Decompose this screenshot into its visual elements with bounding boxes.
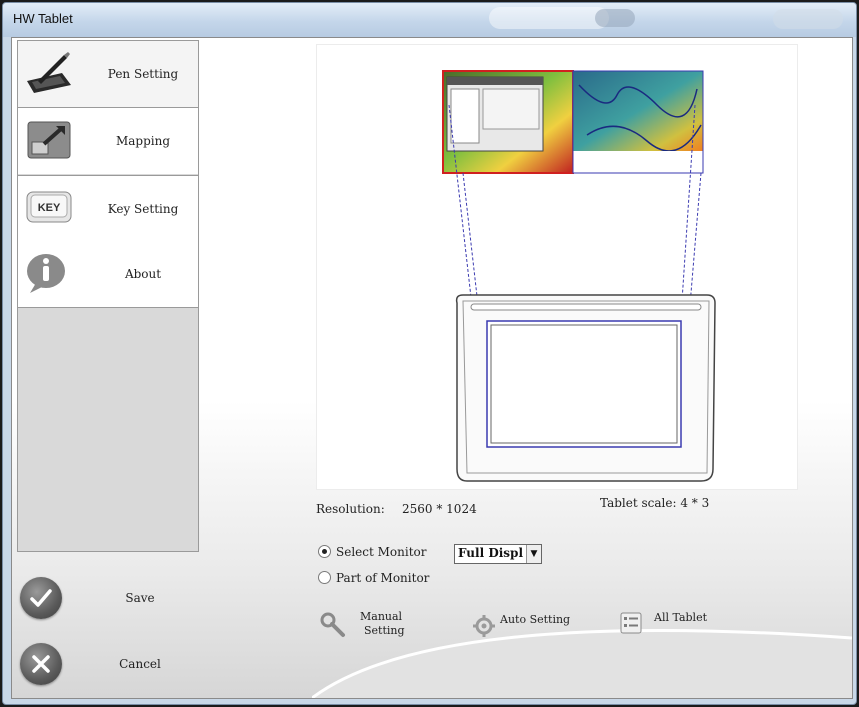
title-bar-highlight [489, 7, 609, 29]
sidebar: Pen Setting Mapping KEY Key Setting Abou… [17, 40, 199, 552]
title-bar[interactable]: HW Tablet [3, 3, 856, 37]
info-icon [27, 254, 65, 293]
pen-tablet-icon [27, 52, 71, 93]
cancel-label: Cancel [119, 657, 161, 671]
sidebar-item-label: Mapping [115, 134, 171, 148]
save-button[interactable]: Save [20, 575, 190, 623]
app-window: HW Tablet Pen Setting Mapping KEY Key Se… [2, 2, 857, 705]
key-icon: KEY [26, 191, 72, 223]
auto-setting-button[interactable]: Auto Setting [472, 608, 592, 644]
resolution-value: 2560 * 1024 [402, 502, 477, 516]
tablet-scale: Tablet scale: 4 * 3 [600, 496, 710, 510]
monitor-1-thumbnail[interactable] [442, 70, 574, 174]
monitor-dropdown-value: Full Displ [458, 546, 523, 560]
select-monitor-label: Select Monitor [336, 545, 427, 559]
list-icon [620, 612, 642, 634]
sidebar-item-about[interactable]: About [18, 241, 198, 307]
checkmark-icon [20, 577, 62, 619]
wrench-icon [320, 612, 345, 637]
sidebar-item-label: Pen Setting [107, 67, 179, 81]
cancel-button[interactable]: Cancel [20, 641, 190, 689]
radio-button[interactable] [318, 545, 331, 558]
auto-setting-label: Auto Setting [500, 613, 571, 626]
sidebar-divider [18, 307, 198, 308]
mapping-preview [316, 44, 798, 490]
tablet-drawing [455, 294, 716, 482]
mapping-diagram [442, 70, 716, 482]
manual-setting-label: Manual [360, 610, 403, 623]
monitor-2-thumbnail[interactable] [572, 70, 704, 174]
sidebar-item-mapping[interactable]: Mapping [18, 108, 198, 174]
sidebar-item-label: About [124, 267, 162, 281]
select-monitor-radio[interactable]: Select Monitor [318, 545, 426, 563]
title-bar-highlight [773, 9, 843, 29]
monitor-dropdown[interactable]: Full Displ ▼ [454, 544, 542, 564]
gear-icon [473, 615, 495, 637]
title-bar-highlight [595, 9, 635, 27]
chevron-down-icon[interactable]: ▼ [526, 545, 541, 563]
svg-text:KEY: KEY [38, 202, 61, 214]
window-title: HW Tablet [13, 11, 73, 26]
manual-setting-label: Setting [364, 624, 405, 637]
client-area: Pen Setting Mapping KEY Key Setting Abou… [11, 37, 853, 699]
sidebar-item-key-setting[interactable]: KEY Key Setting [18, 175, 198, 242]
save-label: Save [125, 591, 155, 605]
close-icon [20, 643, 62, 685]
all-tablet-label: All Tablet [654, 611, 708, 624]
all-tablet-button[interactable]: All Tablet [620, 608, 730, 644]
resolution-label: Resolution: [316, 502, 385, 516]
mapping-icon [27, 121, 71, 159]
manual-setting-button[interactable]: Manual Setting [320, 608, 430, 644]
sidebar-item-pen-setting[interactable]: Pen Setting [18, 41, 198, 108]
sidebar-item-label: Key Setting [107, 202, 179, 216]
